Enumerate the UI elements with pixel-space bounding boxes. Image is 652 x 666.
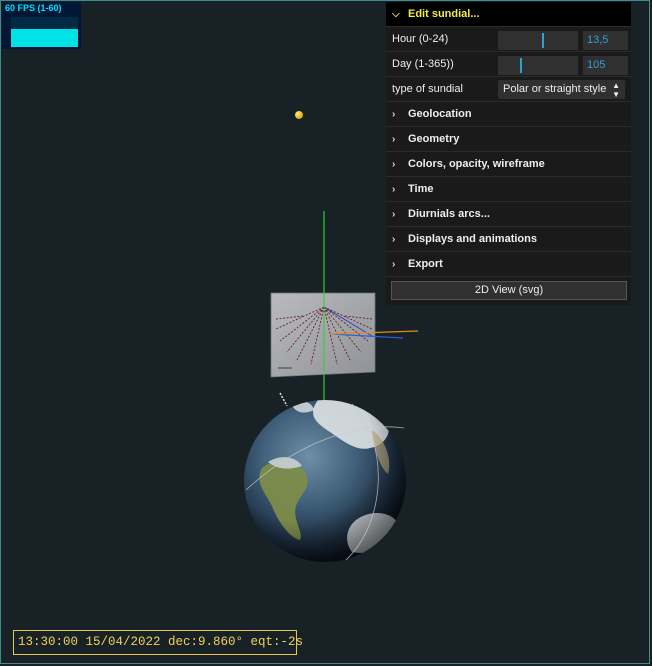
folder-label: Geolocation <box>408 108 472 120</box>
type-select[interactable]: Polar or straight style ▲ ▼ <box>498 80 625 99</box>
sundial-plate <box>270 292 419 378</box>
sun <box>295 111 303 119</box>
status-readout: 13:30:00 15/04/2022 dec:9.860° eqt:-2s <box>13 630 303 655</box>
chevron-down-icon: ⌵ <box>392 8 400 20</box>
chevron-right-icon: › <box>392 183 396 195</box>
folder-label: Export <box>408 258 443 270</box>
folder-time[interactable]: › Time <box>386 177 631 202</box>
chevron-right-icon: › <box>392 233 396 245</box>
folder-label: Time <box>408 183 434 195</box>
chevron-right-icon: › <box>392 158 396 170</box>
day-slider-marker <box>519 58 522 73</box>
earth-globe <box>244 392 406 562</box>
folder-diurnal-arcs[interactable]: › Diurnials arcs... <box>386 202 631 227</box>
hour-slider-marker <box>542 33 544 48</box>
chevron-right-icon: › <box>392 258 396 270</box>
folder-label: Colors, opacity, wireframe <box>408 158 545 170</box>
folder-displays[interactable]: › Displays and animations <box>386 227 631 252</box>
hour-row: Hour (0-24) 13,5 <box>386 27 631 52</box>
button-row: 2D View (svg) <box>386 277 631 305</box>
folder-label: Diurnials arcs... <box>408 208 490 220</box>
chevron-right-icon: › <box>392 108 396 120</box>
folder-label: Displays and animations <box>408 233 537 245</box>
type-row: type of sundial Polar or straight style … <box>386 77 631 102</box>
folder-label: Geometry <box>408 133 460 145</box>
folder-geolocation[interactable]: › Geolocation <box>386 102 631 127</box>
chevron-right-icon: › <box>392 133 396 145</box>
folder-colors[interactable]: › Colors, opacity, wireframe <box>386 152 631 177</box>
select-arrows-icon: ▲ ▼ <box>612 81 620 99</box>
type-label: type of sundial <box>392 83 463 95</box>
day-label: Day (1-365)) <box>392 58 454 70</box>
day-input[interactable]: 105 <box>583 56 628 75</box>
settings-panel: ⌵ Edit sundial... Hour (0-24) 13,5 Day (… <box>386 2 631 305</box>
folder-geometry[interactable]: › Geometry <box>386 127 631 152</box>
hour-label: Hour (0-24) <box>392 33 449 45</box>
chevron-right-icon: › <box>392 208 396 220</box>
edit-sundial-folder[interactable]: ⌵ Edit sundial... <box>386 2 631 27</box>
folder-export[interactable]: › Export <box>386 252 631 277</box>
2d-view-button[interactable]: 2D View (svg) <box>391 281 627 300</box>
hour-slider[interactable] <box>498 31 578 50</box>
hour-input[interactable]: 13,5 <box>583 31 628 50</box>
type-selected: Polar or straight style <box>503 83 607 95</box>
day-slider[interactable] <box>498 56 578 75</box>
day-row: Day (1-365)) 105 <box>386 52 631 77</box>
folder-title: Edit sundial... <box>408 8 480 20</box>
